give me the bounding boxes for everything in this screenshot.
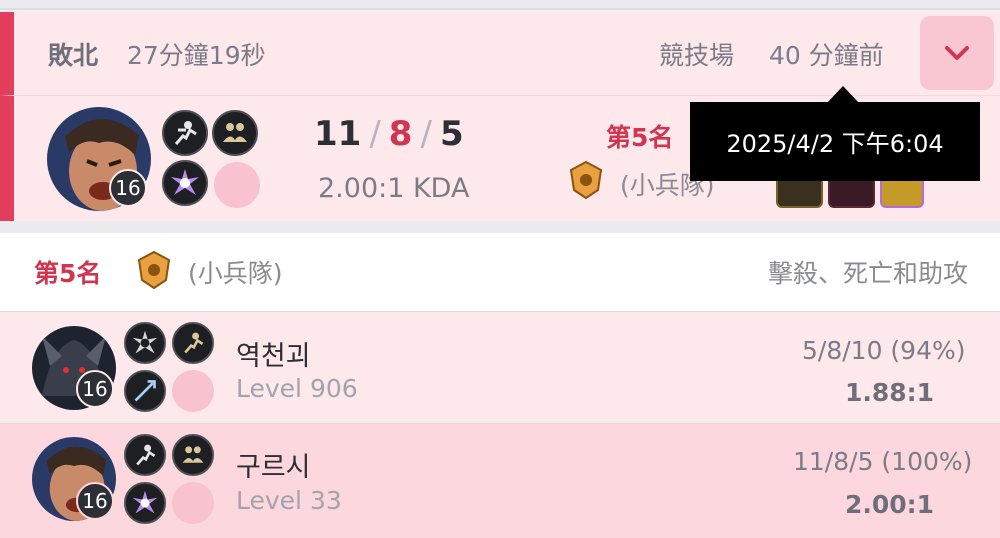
player-kda-ratio: 2.00:1 [845,490,935,519]
placement: 第5名 [606,123,674,152]
game-mode: 競技場 [659,41,735,70]
time-ago[interactable]: 40 分鐘前 [769,36,884,72]
player-level: Level 33 [236,486,342,515]
top-divider [0,0,1000,10]
deaths: 8 [388,114,413,154]
team-name: (小兵隊) [188,259,283,288]
assists: 5 [439,114,464,154]
player-kda: 11/8/5 (100%) [793,447,973,476]
tooltip-arrow [827,86,859,103]
player-kda: 5/8/10 (94%) [802,336,966,365]
champion-level-badge: 16 [76,482,114,520]
match-result: 敗北 [48,41,99,70]
empty-augment-slot [172,482,214,524]
expand-button[interactable] [920,16,994,90]
player-kda-ratio: 1.88:1 [845,378,935,407]
burst-augment-icon [124,482,166,524]
kda-score: 11/8/5 [314,114,464,154]
section-gap [0,221,1000,233]
timestamp-tooltip: 2025/4/2 下午6:04 [690,102,980,181]
minion-team-icon [136,250,172,294]
player-level: Level 906 [236,374,358,403]
kills: 11 [314,114,362,154]
flash-spell-icon [172,322,214,364]
flash-spell-icon [162,110,208,156]
champion-level-badge: 16 [109,169,147,207]
match-duration: 27分鐘19秒 [127,41,266,70]
team-placement: 第5名 [34,259,102,288]
burst-augment-icon [162,160,208,206]
kda-column-header: 擊殺、死亡和助攻 [768,259,969,288]
empty-augment-slot [172,370,214,412]
minion-team-icon [568,160,604,204]
teamwork-augment-icon [212,110,258,156]
teamwork-augment-icon [172,434,214,476]
player-name[interactable]: 역천괴 [236,334,311,373]
chevron-down-icon [945,46,969,60]
sword-augment-icon [124,370,166,412]
champion-level-badge: 16 [76,370,114,408]
player-name[interactable]: 구르시 [236,445,311,484]
match-header[interactable]: 敗北 27分鐘19秒 競技場 40 分鐘前 [0,12,1000,95]
empty-augment-slot [214,162,260,208]
flash-spell-icon [124,434,166,476]
burst-augment-icon [124,322,166,364]
kda-ratio: 2.00:1 KDA [318,173,470,204]
